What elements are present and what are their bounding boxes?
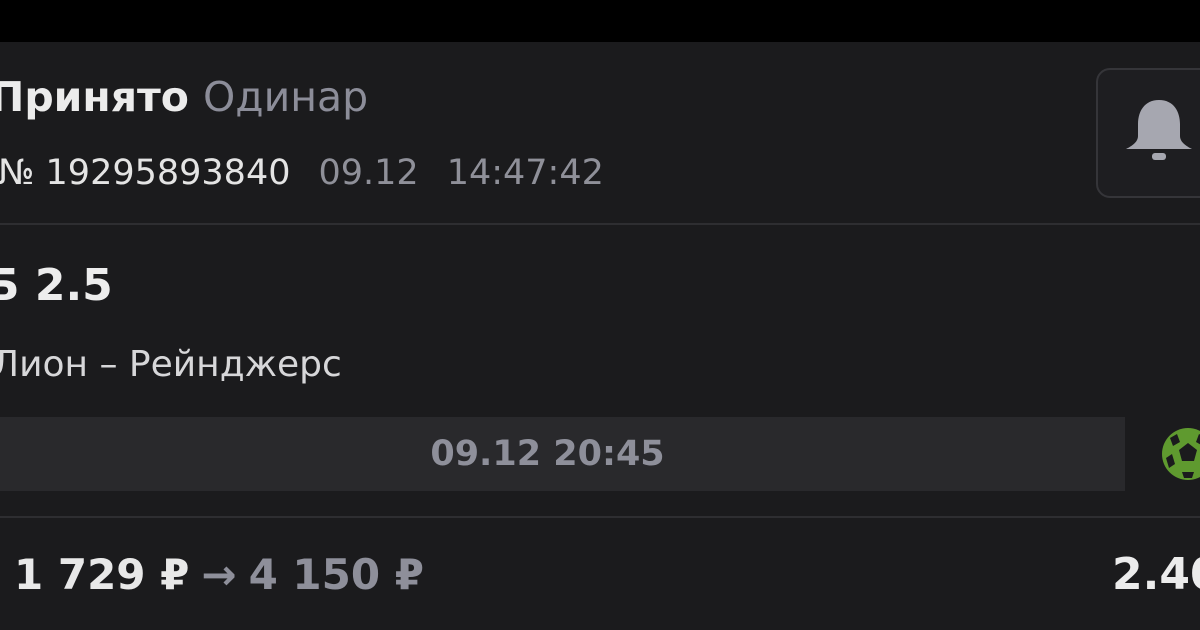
event-start-datetime: 09.12 20:45 <box>430 434 665 474</box>
bet-odds: 2.40 <box>1112 549 1200 600</box>
potential-payout: 4 150 ₽ <box>248 550 424 599</box>
arrow-right-icon: → <box>201 550 237 599</box>
bet-status: Принято <box>0 73 189 121</box>
bet-status-line: Принято Одинар <box>0 72 368 122</box>
outcome-value: Б 2.5 <box>0 260 113 311</box>
notification-button[interactable] <box>1096 68 1200 198</box>
stake-amount: 1 729 ₽ <box>14 550 190 599</box>
event-date-bar: 09.12 20:45 <box>0 417 1125 491</box>
footer-divider <box>0 516 1200 518</box>
stake-line: 1 729 ₽ → 4 150 ₽ <box>14 548 424 602</box>
match-name: Лион – Рейнджерс <box>0 344 342 385</box>
soccer-ball-icon <box>1162 428 1200 480</box>
ticket-number: № 19295893840 <box>0 153 291 193</box>
bet-type: Одинар <box>202 73 369 121</box>
bell-icon <box>1126 100 1192 160</box>
bet-date: 09.12 <box>318 153 419 193</box>
bet-meta-line: № 19295893840 09.12 14:47:42 <box>0 150 604 196</box>
header-divider <box>0 223 1200 225</box>
top-bar <box>0 0 1200 42</box>
bet-time: 14:47:42 <box>446 153 604 193</box>
